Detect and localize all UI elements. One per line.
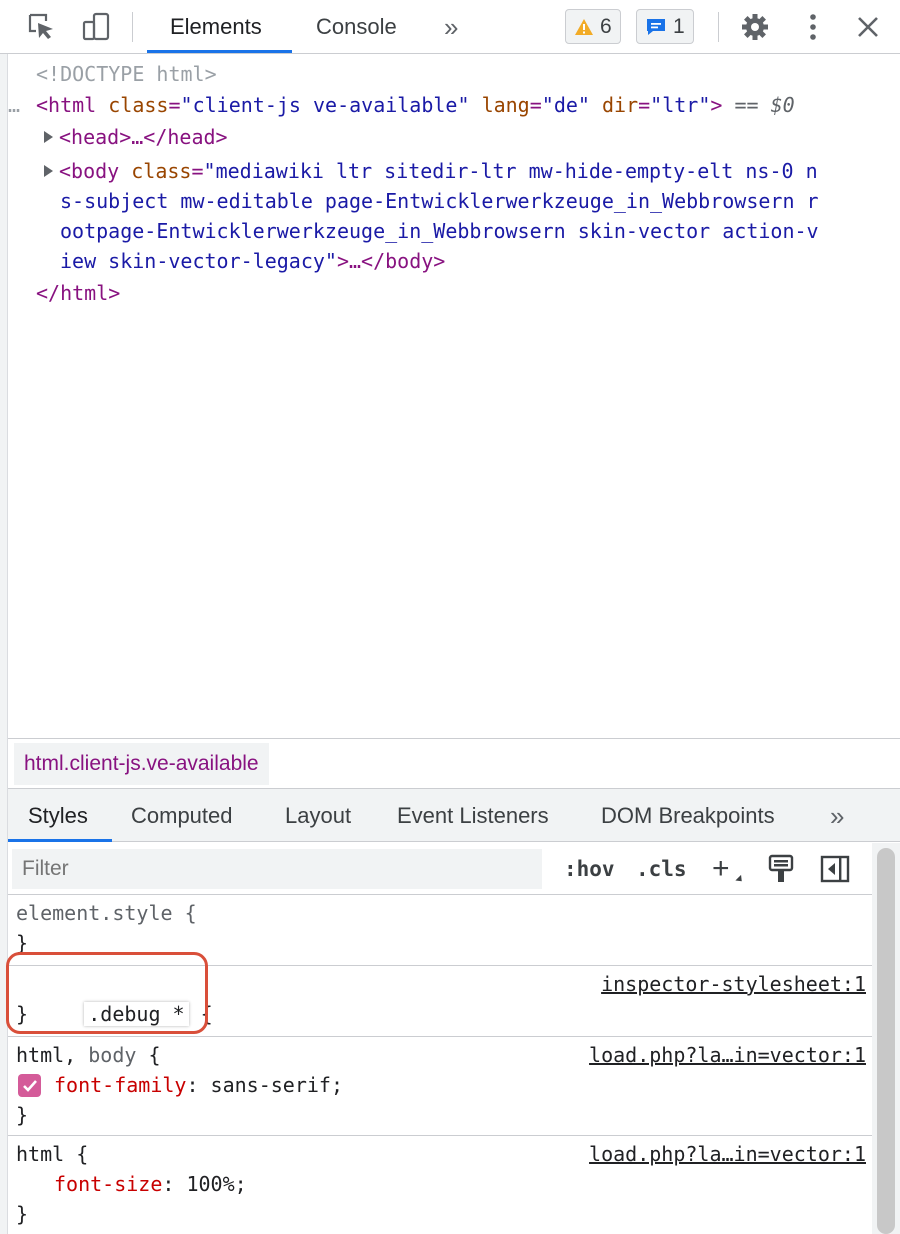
style-rules-pane: element.style { } .debug * { } inspector… (8, 896, 872, 1234)
dropdown-corner-icon (735, 874, 745, 885)
rule-selector[interactable]: html { (16, 1139, 88, 1169)
rule-open-brace: { (136, 1043, 161, 1067)
attr-value: "ltr" (650, 93, 711, 117)
property-checkbox[interactable] (18, 1074, 41, 1097)
html-close-bracket: > (710, 93, 723, 117)
dom-tree: <!DOCTYPE html> … <html class="client-js … (8, 56, 900, 738)
property-name[interactable]: font-size (54, 1172, 162, 1196)
paint-brush-icon[interactable] (768, 849, 794, 889)
styles-tabbar: Styles Computed Layout Event Listeners D… (8, 788, 900, 842)
head-node-text: <head>…</head> (59, 125, 228, 149)
tab-dom-breakpoints[interactable]: DOM Breakpoints (601, 789, 775, 843)
rule-selector-editing[interactable]: .debug * (84, 1002, 189, 1026)
dom-node-body[interactable]: <body class="mediawiki ltr sitedir-ltr m… (8, 156, 900, 186)
inspect-element-icon[interactable] (24, 12, 60, 42)
breadcrumb-item-html[interactable]: html.client-js.ve-available (14, 743, 269, 785)
breadcrumb: html.client-js.ve-available (8, 738, 900, 788)
rule-close-brace: } (16, 1202, 29, 1226)
rule-selector-line: html, body { (16, 1040, 161, 1070)
checkmark-icon (22, 1079, 37, 1092)
warnings-badge[interactable]: 6 (565, 9, 621, 44)
selected-node-marker: == $0 (734, 93, 795, 117)
message-icon (647, 18, 665, 35)
body-open-tag: <body (59, 159, 120, 183)
toggle-sidebar-icon[interactable] (820, 849, 850, 889)
attr-name: lang (481, 93, 530, 117)
tab-layout[interactable]: Layout (285, 789, 351, 843)
body-class-continuation: ootpage-Entwicklerwerkzeuge_in_Webbrowse… (60, 219, 819, 243)
tab-elements[interactable]: Elements (170, 0, 262, 54)
tab-styles[interactable]: Styles (28, 789, 88, 843)
toolbar-separator (718, 12, 719, 42)
rule-close-brace: } (16, 931, 29, 955)
rule-close-brace: } (16, 1002, 29, 1026)
attr-name: dir (602, 93, 639, 117)
styles-filter-bar: :hov .cls + (8, 843, 872, 895)
rule-debug[interactable]: .debug * { } inspector-stylesheet:1 (8, 967, 872, 1037)
rule-close-brace: } (16, 1103, 29, 1127)
more-tabs-icon[interactable]: » (444, 0, 458, 54)
html-open-tag: <html (36, 93, 97, 117)
body-class-end: iew skin-vector-legacy">…</body> (8, 246, 900, 276)
warnings-count: 6 (600, 14, 612, 38)
toolbar-separator (132, 12, 133, 42)
rule-source-link[interactable]: load.php?la…in=vector:1 (589, 1040, 866, 1070)
node-actions-ellipsis[interactable]: … (8, 90, 20, 120)
plus-icon: + (712, 852, 730, 885)
new-style-rule-button[interactable]: + (712, 849, 745, 889)
html-end-tag[interactable]: </html> (8, 278, 900, 308)
rule-selector[interactable]: html, (16, 1043, 76, 1067)
tab-event-listeners[interactable]: Event Listeners (397, 789, 549, 843)
rule-source-link[interactable]: load.php?la…in=vector:1 (589, 1139, 866, 1169)
rule-open-brace: { (188, 1002, 213, 1026)
tab-console[interactable]: Console (316, 0, 397, 54)
warning-icon (575, 18, 593, 35)
doctype-node[interactable]: <!DOCTYPE html> (8, 59, 900, 89)
attr-name: class (131, 159, 192, 183)
rule-selector-unmatched[interactable]: body (76, 1043, 136, 1067)
rule-selector[interactable]: element.style { (16, 898, 197, 928)
kebab-menu-icon[interactable] (800, 12, 826, 42)
rule-element-style[interactable]: element.style { } (8, 896, 872, 966)
attr-value: "de" (541, 93, 590, 117)
property-line: font-family: sans-serif; (54, 1070, 343, 1100)
messages-count: 1 (673, 14, 685, 38)
rule-html[interactable]: html { font-size: 100%; } load.php?la…in… (8, 1137, 872, 1234)
messages-badge[interactable]: 1 (636, 9, 694, 44)
property-value[interactable]: : 100%; (162, 1172, 246, 1196)
filter-input[interactable] (12, 849, 542, 889)
attr-name: class (108, 93, 169, 117)
property-value[interactable]: : sans-serif; (186, 1073, 343, 1097)
active-tab-indicator (147, 50, 292, 53)
active-tab-indicator (8, 839, 112, 842)
styles-scrollbar-thumb[interactable] (877, 848, 895, 1234)
gear-icon[interactable] (737, 12, 773, 42)
attr-value: iew skin-vector-legacy" (60, 249, 337, 273)
panel-left-gutter (0, 54, 8, 1234)
expand-triangle-icon[interactable] (44, 131, 53, 143)
property-line: font-size: 100%; (54, 1169, 247, 1199)
devtools-toolbar: Elements Console » 6 1 (0, 0, 900, 54)
attr-value: "client-js ve-available" (180, 93, 470, 117)
hov-toggle-button[interactable]: :hov (564, 849, 615, 889)
rule-source-link[interactable]: inspector-stylesheet:1 (601, 969, 866, 999)
close-icon[interactable] (852, 12, 884, 42)
rule-html-body[interactable]: html, body { font-family: sans-serif; } … (8, 1038, 872, 1136)
dom-node-head[interactable]: <head>…</head> (8, 122, 900, 152)
more-tabs-icon[interactable]: » (830, 789, 844, 843)
body-class-continuation: s-subject mw-editable page-Entwicklerwer… (60, 189, 819, 213)
tab-computed[interactable]: Computed (131, 789, 233, 843)
expand-triangle-icon[interactable] (44, 165, 53, 177)
body-close-tag: >…</body> (336, 249, 446, 273)
attr-value: "mediawiki ltr sitedir-ltr mw-hide-empty… (203, 159, 818, 183)
device-toggle-icon[interactable] (78, 12, 114, 42)
cls-toggle-button[interactable]: .cls (636, 849, 687, 889)
property-name[interactable]: font-family (54, 1073, 186, 1097)
